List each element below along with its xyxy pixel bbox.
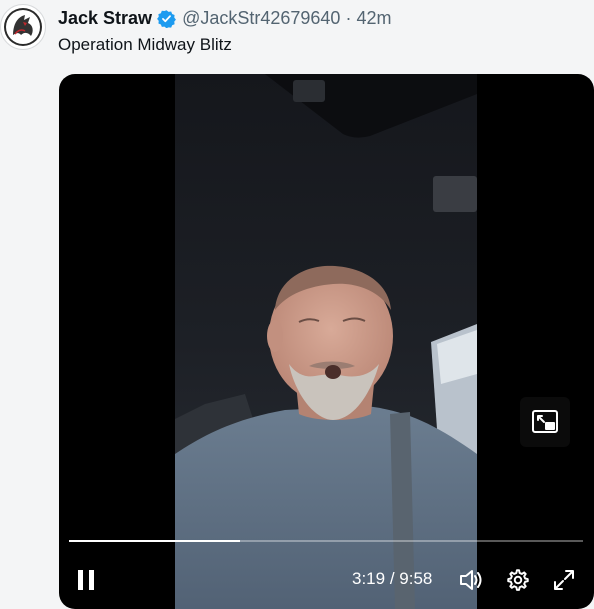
post-timestamp[interactable]: 42m (356, 8, 391, 29)
author-handle[interactable]: @JackStr42679640 (182, 8, 340, 29)
video-progress-fill (69, 540, 241, 542)
video-progress-bar[interactable] (69, 540, 583, 542)
fullscreen-button[interactable] (551, 567, 577, 593)
gear-icon (507, 569, 529, 591)
wolf-avatar-icon (4, 8, 42, 46)
post-text: Operation Midway Blitz (58, 35, 232, 54)
time-readout: 3:19 / 9:58 (352, 569, 432, 589)
duration: 9:58 (399, 569, 433, 588)
settings-button[interactable] (505, 567, 531, 593)
video-controls: 3:19 / 9:58 (59, 564, 594, 596)
pause-icon (78, 570, 94, 590)
author-name[interactable]: Jack Straw (58, 8, 152, 29)
avatar[interactable] (0, 4, 46, 50)
picture-in-picture-icon (532, 410, 558, 433)
picture-in-picture-button[interactable] (520, 397, 570, 447)
time-separator: / (389, 569, 395, 588)
volume-icon (460, 570, 482, 590)
video-player[interactable]: 3:19 / 9:58 (59, 74, 594, 609)
current-time: 3:19 (352, 569, 386, 588)
post-header: Jack Straw @JackStr42679640 · 42m (58, 6, 391, 30)
separator-dot: · (345, 7, 352, 28)
expand-icon (554, 570, 574, 590)
verified-badge-icon (157, 9, 176, 28)
pause-button[interactable] (75, 567, 99, 593)
video-frame (175, 74, 477, 609)
volume-button[interactable] (458, 567, 484, 593)
post-card: Jack Straw @JackStr42679640 · 42m Operat… (0, 0, 594, 609)
